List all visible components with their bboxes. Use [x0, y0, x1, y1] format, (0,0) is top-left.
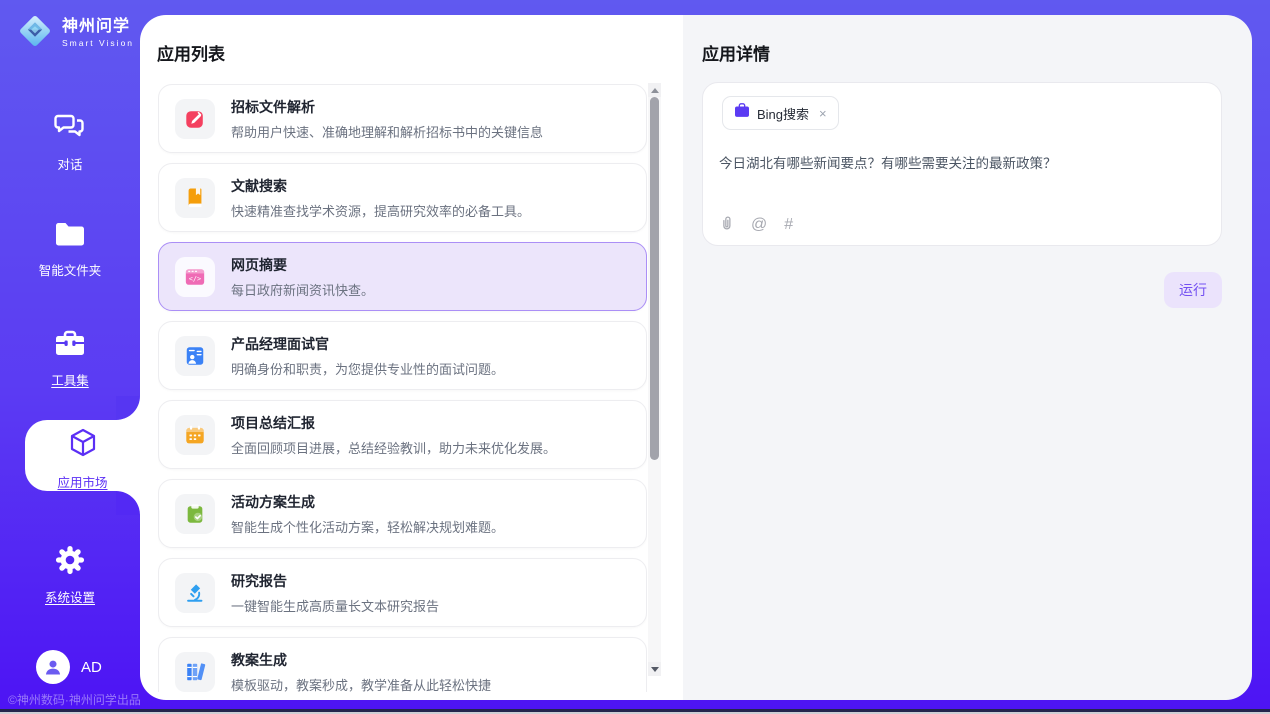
- app-title: 活动方案生成: [231, 492, 504, 512]
- sidebar-selected-bubble: 应用市场: [25, 420, 140, 491]
- edit-square-icon: [175, 99, 215, 139]
- run-button[interactable]: 运行: [1164, 272, 1222, 308]
- scrollbar-up-arrow[interactable]: [648, 83, 661, 97]
- browser-code-icon: </>: [175, 257, 215, 297]
- svg-text:</>: </>: [189, 275, 201, 283]
- sidebar-item-label: 对话: [57, 154, 82, 173]
- app-description: 明确身份和职责，为您提供专业性的面试问题。: [231, 359, 504, 378]
- app-description: 帮助用户快速、准确地理解和解析招标书中的关键信息: [231, 122, 543, 141]
- app-title: 文献搜索: [231, 176, 530, 196]
- calendar-note-icon: [175, 415, 215, 455]
- app-detail-panel: 应用详情 Bing搜索 × 今日湖北有哪些新闻要点？有哪些需要关注的最新政策？: [683, 15, 1252, 700]
- app-description: 快速精准查找学术资源，提高研究效率的必备工具。: [231, 201, 530, 220]
- sidebar-item-label: 应用市场: [57, 472, 107, 491]
- app-title: 产品经理面试官: [231, 334, 504, 354]
- app-title: 招标文件解析: [231, 97, 543, 117]
- toolbox-icon: [54, 330, 86, 363]
- app-list-title: 应用列表: [157, 40, 225, 65]
- brand-subtitle: Smart Vision: [62, 39, 134, 48]
- user-avatar-icon: [36, 650, 70, 684]
- books-icon: [175, 652, 215, 692]
- scrollbar[interactable]: [648, 83, 661, 676]
- brand-logo: 神州问学 Smart Vision: [16, 12, 134, 55]
- tool-tag-bing-search[interactable]: Bing搜索 ×: [722, 96, 839, 130]
- app-list-panel: 应用列表 招标文件解析帮助用户快速、准确地理解和解析招标书中的关键信息文献搜索快…: [140, 15, 683, 700]
- app-list-item[interactable]: 教案生成模板驱动，教案秒成，教学准备从此轻松快捷: [158, 637, 647, 692]
- copyright-text: ©神州数码·神州问学出品: [8, 691, 141, 708]
- bubble-curve-bottom: [116, 491, 140, 515]
- scrollbar-thumb[interactable]: [650, 97, 659, 460]
- app-list-item[interactable]: 产品经理面试官明确身份和职责，为您提供专业性的面试问题。: [158, 321, 647, 390]
- sidebar-item-smart-folders[interactable]: 智能文件夹: [0, 222, 140, 279]
- app-description: 一键智能生成高质量长文本研究报告: [231, 596, 439, 615]
- briefcase-icon: [734, 103, 750, 123]
- app-title: 研究报告: [231, 571, 439, 591]
- user-initials: AD: [81, 659, 102, 676]
- at-icon[interactable]: @: [751, 216, 767, 234]
- book-icon: [175, 178, 215, 218]
- sidebar-item-toolset[interactable]: 工具集: [0, 330, 140, 389]
- app-list-item[interactable]: </> 网页摘要每日政府新闻资讯快查。: [158, 242, 647, 311]
- sidebar-item-app-market[interactable]: 应用市场: [25, 420, 140, 491]
- prompt-card: Bing搜索 × 今日湖北有哪些新闻要点？有哪些需要关注的最新政策？ @ #: [702, 82, 1222, 246]
- app-list: 招标文件解析帮助用户快速、准确地理解和解析招标书中的关键信息文献搜索快速精准查找…: [158, 84, 647, 692]
- paperclip-icon[interactable]: [719, 213, 734, 237]
- folder-icon: [54, 222, 86, 253]
- app-list-item[interactable]: 研究报告一键智能生成高质量长文本研究报告: [158, 558, 647, 627]
- tool-tag-label: Bing搜索: [757, 104, 809, 123]
- sidebar-item-settings[interactable]: 系统设置: [0, 545, 140, 606]
- microscope-icon: [175, 573, 215, 613]
- brand-name: 神州问学: [62, 19, 134, 36]
- app-list-item[interactable]: 文献搜索快速精准查找学术资源，提高研究效率的必备工具。: [158, 163, 647, 232]
- app-list-item[interactable]: 项目总结汇报全面回顾项目进展，总结经验教训，助力未来优化发展。: [158, 400, 647, 469]
- sidebar-item-label: 系统设置: [45, 587, 95, 606]
- sidebar-item-label: 工具集: [51, 370, 89, 389]
- clipboard-check-icon: [175, 494, 215, 534]
- app-description: 模板驱动，教案秒成，教学准备从此轻松快捷: [231, 675, 491, 693]
- chat-icon: [54, 112, 86, 147]
- app-title: 网页摘要: [231, 255, 374, 275]
- resume-person-icon: [175, 336, 215, 376]
- close-icon[interactable]: ×: [819, 106, 827, 121]
- prompt-input[interactable]: 今日湖北有哪些新闻要点？有哪些需要关注的最新政策？: [719, 152, 1205, 172]
- app-title: 项目总结汇报: [231, 413, 556, 433]
- bubble-curve-top: [116, 396, 140, 420]
- sidebar: 神州问学 Smart Vision 对话 智能文件夹: [0, 0, 140, 714]
- app-description: 每日政府新闻资讯快查。: [231, 280, 374, 299]
- gear-icon: [55, 545, 85, 580]
- sidebar-item-label: 智能文件夹: [39, 260, 102, 279]
- app-description: 智能生成个性化活动方案，轻松解决规划难题。: [231, 517, 504, 536]
- hash-icon[interactable]: #: [784, 216, 793, 234]
- main-content: 应用列表 招标文件解析帮助用户快速、准确地理解和解析招标书中的关键信息文献搜索快…: [140, 15, 1252, 700]
- diamond-logo-icon: [16, 12, 54, 55]
- app-list-item[interactable]: 招标文件解析帮助用户快速、准确地理解和解析招标书中的关键信息: [158, 84, 647, 153]
- app-description: 全面回顾项目进展，总结经验教训，助力未来优化发展。: [231, 438, 556, 457]
- cube-icon: [66, 426, 100, 465]
- sidebar-item-chat[interactable]: 对话: [0, 112, 140, 173]
- composer-toolbar: @ #: [719, 213, 793, 237]
- app-detail-title: 应用详情: [702, 40, 770, 65]
- app-title: 教案生成: [231, 650, 491, 670]
- user-account[interactable]: AD: [36, 650, 102, 684]
- app-list-item[interactable]: 活动方案生成智能生成个性化活动方案，轻松解决规划难题。: [158, 479, 647, 548]
- scrollbar-down-arrow[interactable]: [648, 662, 661, 676]
